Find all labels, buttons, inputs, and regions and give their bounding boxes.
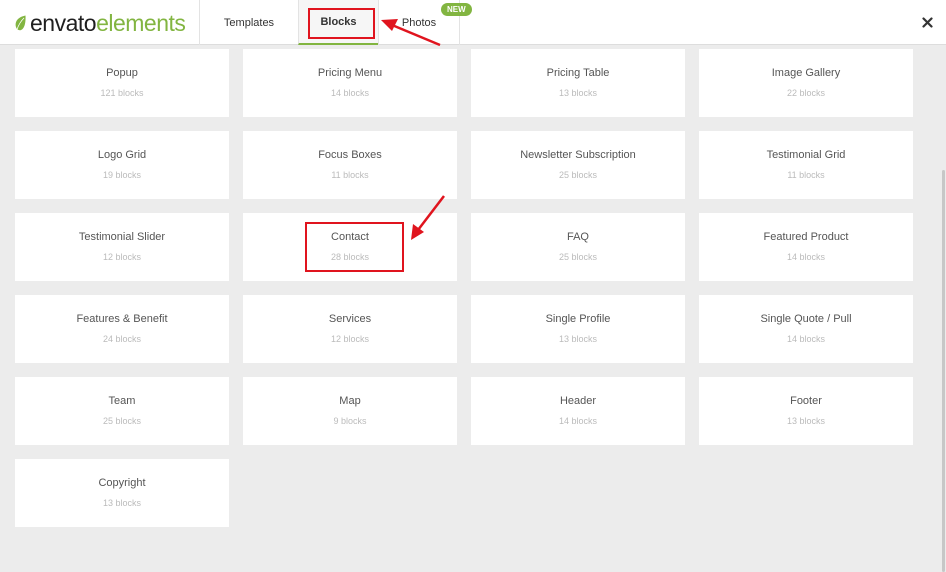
category-title: Pricing Table (546, 67, 610, 79)
category-title: Image Gallery (771, 67, 841, 79)
category-card-copyright[interactable]: Copyright 13 blocks (15, 459, 229, 527)
category-title: Footer (790, 395, 822, 407)
logo-text-envato: envato (30, 9, 97, 36)
category-title: Newsletter Subscription (520, 149, 636, 161)
category-card-logo-grid[interactable]: Logo Grid 19 blocks (15, 131, 229, 199)
category-card-popup[interactable]: Popup 121 blocks (15, 49, 229, 117)
category-card-focus-boxes[interactable]: Focus Boxes 11 blocks (243, 131, 457, 199)
logo-text-elements: elements (96, 9, 186, 36)
category-card-team[interactable]: Team 25 blocks (15, 377, 229, 445)
category-count: 14 blocks (786, 334, 826, 344)
leaf-icon (15, 15, 26, 31)
top-bar: envato elements Templates Blocks Photos N… (0, 0, 946, 45)
category-card-testimonial-grid[interactable]: Testimonial Grid 11 blocks (699, 131, 913, 199)
category-count: 13 blocks (558, 334, 598, 344)
category-count: 9 blocks (333, 416, 367, 426)
annotation-box-blocks-tab (308, 8, 375, 39)
category-title: Map (339, 395, 361, 407)
category-title: Copyright (98, 477, 146, 489)
category-card-faq[interactable]: FAQ 25 blocks (471, 213, 685, 281)
tab-templates[interactable]: Templates (199, 0, 298, 45)
category-card-footer[interactable]: Footer 13 blocks (699, 377, 913, 445)
category-card-features-benefit[interactable]: Features & Benefit 24 blocks (15, 295, 229, 363)
category-count: 13 blocks (786, 416, 826, 426)
category-title: Features & Benefit (76, 313, 168, 325)
category-count: 14 blocks (330, 88, 370, 98)
category-title: Services (328, 313, 372, 325)
category-card-map[interactable]: Map 9 blocks (243, 377, 457, 445)
category-card-services[interactable]: Services 12 blocks (243, 295, 457, 363)
category-card-single-profile[interactable]: Single Profile 13 blocks (471, 295, 685, 363)
category-count: 12 blocks (330, 334, 370, 344)
category-title: Testimonial Slider (78, 231, 166, 243)
category-title: Logo Grid (97, 149, 147, 161)
category-card-featured-product[interactable]: Featured Product 14 blocks (699, 213, 913, 281)
category-count: 12 blocks (102, 252, 142, 262)
tab-templates-label: Templates (223, 16, 275, 29)
category-count: 11 blocks (331, 170, 369, 180)
category-card-image-gallery[interactable]: Image Gallery 22 blocks (699, 49, 913, 117)
category-title: Single Profile (545, 313, 611, 325)
category-title: Pricing Menu (317, 67, 383, 79)
category-count: 13 blocks (102, 498, 142, 508)
scrollbar-thumb[interactable] (942, 170, 945, 572)
category-count: 22 blocks (786, 88, 826, 98)
close-button[interactable] (918, 13, 936, 31)
category-count: 14 blocks (558, 416, 598, 426)
category-card-testimonial-slider[interactable]: Testimonial Slider 12 blocks (15, 213, 229, 281)
annotation-box-contact-card (305, 222, 404, 272)
envato-elements-logo[interactable]: envato elements (14, 9, 186, 37)
category-count: 25 blocks (558, 170, 598, 180)
category-card-single-quote-pull[interactable]: Single Quote / Pull 14 blocks (699, 295, 913, 363)
category-card-header[interactable]: Header 14 blocks (471, 377, 685, 445)
category-title: Featured Product (763, 231, 849, 243)
new-badge: NEW (441, 3, 472, 16)
tab-photos-label: Photos (401, 16, 437, 29)
category-title: Header (559, 395, 597, 407)
category-count: 24 blocks (102, 334, 142, 344)
category-count: 11 blocks (787, 170, 825, 180)
category-count: 25 blocks (558, 252, 598, 262)
category-card-newsletter-subscription[interactable]: Newsletter Subscription 25 blocks (471, 131, 685, 199)
category-title: FAQ (566, 231, 589, 243)
category-card-pricing-table[interactable]: Pricing Table 13 blocks (471, 49, 685, 117)
category-count: 121 blocks (100, 88, 144, 98)
category-title: Focus Boxes (318, 149, 382, 161)
category-count: 19 blocks (102, 170, 142, 180)
category-title: Testimonial Grid (766, 149, 846, 161)
category-title: Team (108, 395, 136, 407)
close-icon (921, 16, 933, 28)
block-category-grid: Popup 121 blocks Pricing Menu 14 blocks … (15, 49, 913, 527)
category-count: 13 blocks (558, 88, 598, 98)
category-count: 25 blocks (102, 416, 142, 426)
category-card-pricing-menu[interactable]: Pricing Menu 14 blocks (243, 49, 457, 117)
category-title: Popup (106, 67, 138, 79)
category-count: 14 blocks (786, 252, 826, 262)
category-title: Single Quote / Pull (760, 313, 852, 325)
